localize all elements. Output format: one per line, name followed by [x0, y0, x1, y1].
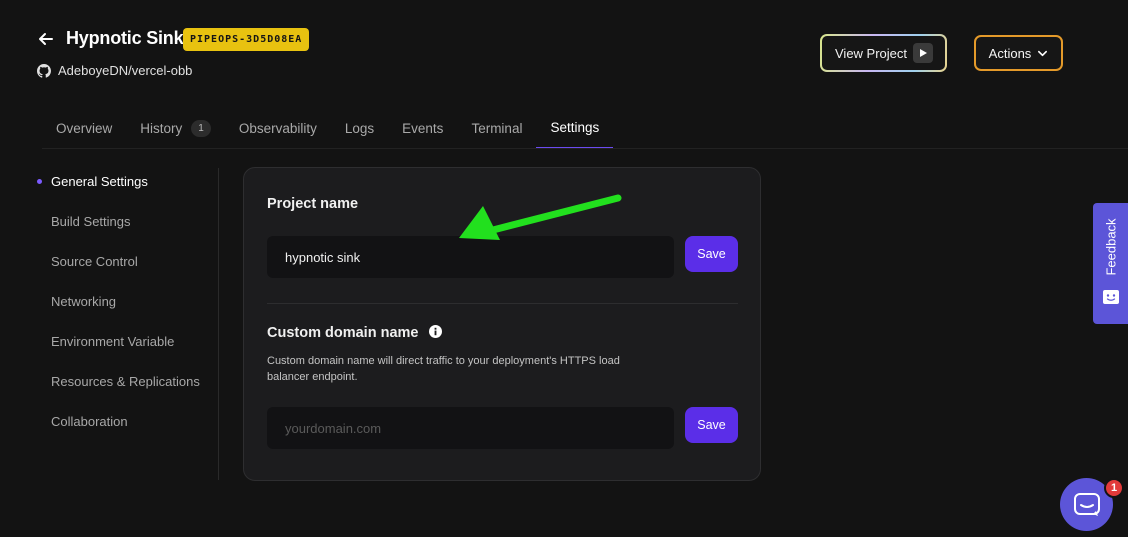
settings-nav: General Settings Build Settings Source C…	[36, 164, 200, 444]
active-dot-icon	[37, 179, 42, 184]
feedback-icon	[1103, 290, 1119, 304]
actions-label: Actions	[988, 45, 1032, 61]
sidebar-item-collaboration[interactable]: Collaboration	[36, 404, 200, 444]
tab-settings[interactable]: Settings	[536, 108, 614, 149]
custom-domain-description: Custom domain name will direct traffic t…	[267, 355, 620, 383]
info-icon[interactable]	[428, 325, 442, 338]
custom-domain-input[interactable]	[267, 407, 674, 449]
section-divider	[267, 303, 738, 304]
sidebar-item-general-settings[interactable]: General Settings	[36, 164, 200, 204]
chat-notification-badge: 1	[1104, 478, 1124, 498]
tab-observability[interactable]: Observability	[225, 108, 331, 149]
project-id-badge: PIPEOPS-3D5D08EA	[183, 28, 310, 51]
play-icon	[913, 43, 933, 63]
sidebar-item-source-control[interactable]: Source Control	[36, 244, 200, 284]
sidebar-item-build-settings[interactable]: Build Settings	[36, 204, 200, 244]
feedback-tab[interactable]: Feedback	[1093, 203, 1128, 324]
github-icon	[37, 63, 51, 78]
history-count-badge: 1	[191, 120, 211, 137]
sidebar-item-networking[interactable]: Networking	[36, 284, 200, 324]
feedback-label: Feedback	[1103, 218, 1118, 276]
back-arrow-icon[interactable]	[36, 29, 56, 49]
annotation-arrow-icon	[459, 194, 622, 240]
tab-events[interactable]: Events	[388, 108, 457, 149]
chat-icon	[1073, 492, 1100, 516]
actions-button[interactable]: Actions	[974, 35, 1063, 71]
tab-logs[interactable]: Logs	[331, 108, 388, 149]
project-name-title: Project name	[267, 196, 359, 212]
view-project-label: View Project	[835, 45, 908, 61]
custom-domain-title: Custom domain name	[267, 325, 442, 341]
tabs-divider	[42, 148, 1128, 149]
repo-link[interactable]: AdeboyeDN/vercel-obb	[37, 63, 192, 78]
chevron-down-icon	[1038, 50, 1048, 56]
sidebar-item-environment-variable[interactable]: Environment Variable	[36, 324, 200, 364]
project-title: Hypnotic Sink	[66, 28, 184, 48]
project-name-save-button[interactable]: Save	[685, 236, 738, 272]
custom-domain-save-button[interactable]: Save	[685, 407, 738, 443]
tab-overview[interactable]: Overview	[42, 108, 126, 149]
view-project-button[interactable]: View Project	[820, 34, 947, 72]
tab-terminal[interactable]: Terminal	[457, 108, 536, 149]
sidebar-item-resources-replications[interactable]: Resources & Replications	[36, 364, 200, 404]
nav-divider	[218, 168, 219, 480]
repo-name: AdeboyeDN/vercel-obb	[58, 63, 193, 78]
tab-bar: Overview History 1 Observability Logs Ev…	[42, 108, 614, 149]
tab-history[interactable]: History 1	[126, 108, 225, 149]
